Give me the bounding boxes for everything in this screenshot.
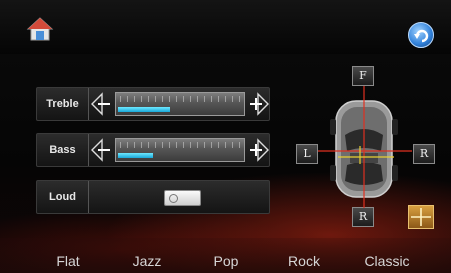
treble-label: Treble (37, 88, 89, 120)
treble-ticks (120, 96, 240, 102)
eq-preset-bar: Flat Jazz Pop Rock Classic (0, 238, 451, 273)
minus-icon (91, 92, 110, 116)
preset-flat-button[interactable]: Flat (40, 251, 96, 271)
top-bar (0, 0, 451, 54)
treble-increase-button[interactable] (246, 92, 270, 116)
preset-classic-button[interactable]: Classic (352, 251, 422, 271)
home-button[interactable] (26, 16, 54, 42)
bass-decrease-button[interactable] (90, 138, 114, 162)
treble-control: Treble (36, 87, 270, 121)
loud-toggle[interactable] (164, 190, 201, 206)
home-icon (26, 17, 54, 41)
bass-increase-button[interactable] (246, 138, 270, 162)
plus-icon (250, 138, 269, 162)
bass-ticks (120, 142, 240, 148)
preset-pop-button[interactable]: Pop (198, 251, 254, 271)
back-button[interactable] (408, 22, 434, 48)
bass-label: Bass (37, 134, 89, 166)
fader-rear-button[interactable]: R (352, 207, 374, 227)
plus-icon (250, 92, 269, 116)
minus-icon (91, 138, 110, 162)
treble-decrease-button[interactable] (90, 92, 114, 116)
treble-slider[interactable] (115, 92, 245, 116)
loud-label: Loud (37, 181, 89, 213)
crosshair-icon (411, 208, 431, 226)
fader-front-button[interactable]: F (352, 66, 374, 86)
bass-control: Bass (36, 133, 270, 167)
bass-level-fill (118, 153, 153, 158)
audio-settings-screen: Treble Bass Loud F L R R Flat Jazz Pop R… (0, 0, 451, 273)
loud-control: Loud (36, 180, 270, 214)
treble-level-fill (118, 107, 170, 112)
back-icon (414, 29, 429, 43)
toggle-off-indicator (169, 194, 178, 203)
balance-crosshair-lines (318, 86, 412, 208)
bass-slider[interactable] (115, 138, 245, 162)
balance-center-button[interactable] (408, 205, 434, 229)
preset-rock-button[interactable]: Rock (276, 251, 332, 271)
preset-jazz-button[interactable]: Jazz (119, 251, 175, 271)
